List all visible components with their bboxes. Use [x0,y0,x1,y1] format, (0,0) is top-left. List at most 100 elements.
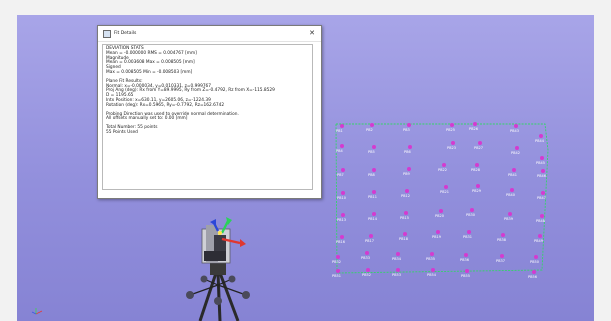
measured-point[interactable] [476,184,480,188]
point-label: PB4 [336,149,343,153]
measured-point[interactable] [336,255,340,259]
point-label: PB25 [446,128,455,132]
point-label: PB6 [404,150,411,154]
point-label: PB41 [508,173,517,177]
point-label: PB32 [332,260,341,264]
measured-point[interactable] [465,269,469,273]
measured-point[interactable] [396,252,400,256]
dialog-title: Fit Details [114,31,137,36]
measured-point[interactable] [540,214,544,218]
measured-point[interactable] [430,252,434,256]
point-label: PB2 [366,128,373,132]
point-label: PB1 [336,129,343,133]
measured-point[interactable] [478,141,482,145]
measured-point[interactable] [534,255,538,259]
laser-tracker-model[interactable] [160,195,270,321]
measured-point[interactable] [532,270,536,274]
measured-point[interactable] [372,168,376,172]
measured-point[interactable] [515,146,519,150]
measured-point[interactable] [336,269,340,273]
measured-point[interactable] [538,234,542,238]
point-label: PB20 [435,214,444,218]
measured-point[interactable] [475,163,479,167]
measured-point[interactable] [372,145,376,149]
point-label: PB56 [528,275,537,279]
measured-point[interactable] [366,268,370,272]
fit-report-textbox[interactable]: DEVIATION STATS Mean = -0.000000 RMS = 0… [102,44,313,190]
measured-point[interactable] [467,230,471,234]
point-label: PB55 [461,274,470,278]
measured-point[interactable] [439,209,443,213]
point-label: PB9 [403,172,410,176]
measured-point[interactable] [404,211,408,215]
point-label: PB3 [403,128,410,132]
point-label: PB28 [471,168,480,172]
point-label: PB31 [463,235,472,239]
measured-point[interactable] [341,168,345,172]
measured-point[interactable] [451,141,455,145]
measured-point[interactable] [396,268,400,272]
close-icon[interactable]: ✕ [307,28,317,38]
measured-point[interactable] [341,191,345,195]
point-label: PB48 [536,219,545,223]
measured-point[interactable] [501,233,505,237]
point-label: PB53 [392,273,401,277]
measured-point[interactable] [514,124,518,128]
measured-point[interactable] [407,123,411,127]
measured-point[interactable] [372,190,376,194]
point-label: PB7 [337,173,344,177]
point-label: PB40 [506,193,515,197]
point-label: PB23 [447,146,456,150]
point-label: PB21 [440,190,449,194]
measured-point[interactable] [541,169,545,173]
point-label: PB36 [460,258,469,262]
axis-triad [31,308,43,315]
measured-point[interactable] [442,163,446,167]
point-label: PB49 [534,239,543,243]
measured-point[interactable] [470,208,474,212]
report-line: Max = 0.008505 Min = -0.008503 [mm] [106,69,193,75]
point-label: PB29 [472,189,481,193]
measured-point[interactable] [341,213,345,217]
point-label: PB34 [392,257,401,261]
dialog-titlebar[interactable]: Fit Details ✕ [98,26,321,42]
measured-point[interactable] [464,253,468,257]
measured-point[interactable] [370,123,374,127]
measured-point[interactable] [540,156,544,160]
fit-details-dialog[interactable]: Fit Details ✕ DEVIATION STATS Mean = -0.… [97,25,322,199]
measured-point[interactable] [431,268,435,272]
report-line: Rotation (deg): Rx=0.5965, Ry=-0.7792, R… [106,102,225,108]
measured-point[interactable] [512,168,516,172]
measured-point[interactable] [408,145,412,149]
point-label: PB47 [537,196,546,200]
measured-point[interactable] [340,124,344,128]
measured-point[interactable] [541,191,545,195]
point-label: PB19 [432,235,441,239]
point-label: PB51 [332,274,341,278]
point-label: PB44 [535,139,544,143]
point-label: PB52 [362,273,371,277]
measured-point[interactable] [436,230,440,234]
measured-point[interactable] [444,185,448,189]
measured-point[interactable] [508,212,512,216]
measured-point[interactable] [369,234,373,238]
measured-point[interactable] [539,134,543,138]
measured-point[interactable] [473,122,477,126]
measured-point[interactable] [500,254,504,258]
measured-point[interactable] [407,167,411,171]
point-label: PB35 [426,257,435,261]
measured-point[interactable] [365,251,369,255]
measured-point[interactable] [405,189,409,193]
point-label: PB37 [496,259,505,263]
measured-point[interactable] [340,235,344,239]
report-line: 55 Points Used [106,129,138,135]
measured-point[interactable] [372,212,376,216]
measured-point[interactable] [403,232,407,236]
measured-point[interactable] [450,123,454,127]
measured-point[interactable] [510,188,514,192]
point-label: PB17 [365,239,374,243]
point-label: PB14 [368,217,377,221]
point-label: PB15 [400,216,409,220]
point-label: PB43 [510,129,519,133]
measured-point[interactable] [340,144,344,148]
